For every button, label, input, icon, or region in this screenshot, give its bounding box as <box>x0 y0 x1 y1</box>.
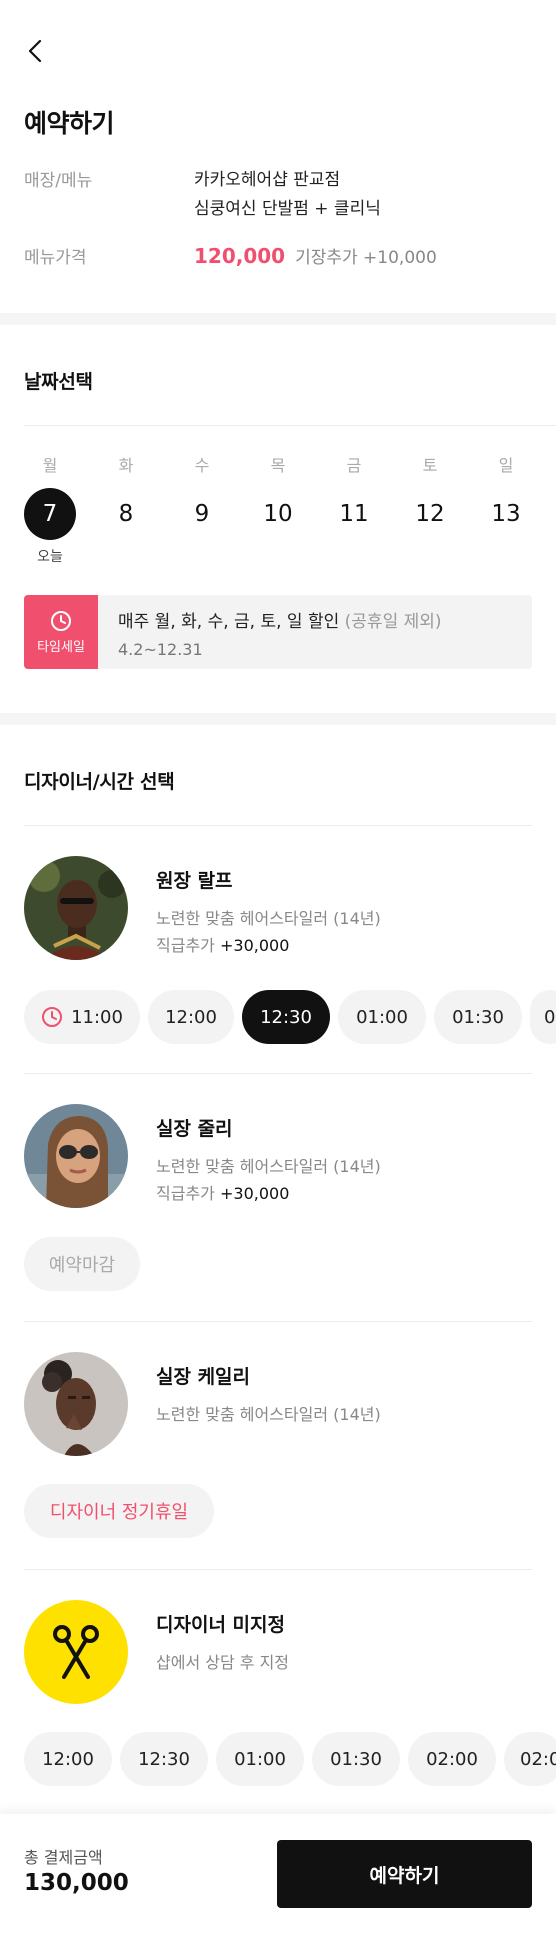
designer-description: 노련한 맞춤 헤어스타일러 (14년) <box>156 909 381 928</box>
time-sale-banner: 타임세일 매주 월, 화, 수, 금, 토, 일 할인 (공휴일 제외) 4.2… <box>24 595 532 669</box>
designer-card-unassigned[interactable]: 디자이너 미지정 샵에서 상담 후 지정 <box>24 1600 289 1704</box>
time-slot[interactable]: 01:00 <box>338 990 426 1044</box>
back-arrow-icon[interactable] <box>22 36 50 66</box>
price-extra: 기장추가 +10,000 <box>295 248 437 268</box>
day-number[interactable]: 13 <box>480 488 532 540</box>
divider-line <box>24 825 532 826</box>
time-slot-selected[interactable]: 12:30 <box>242 990 330 1044</box>
extra-fee-label: 직급추가 <box>156 1184 215 1203</box>
extra-fee-label: 직급추가 <box>156 936 215 955</box>
avatar <box>24 1600 128 1704</box>
time-slot[interactable]: 12:30 <box>120 1732 208 1786</box>
divider-line <box>24 425 556 426</box>
section-divider <box>0 313 556 325</box>
day-item-thu[interactable]: 목 10 <box>252 452 304 566</box>
designer-description: 노련한 맞춤 헤어스타일러 (14년) <box>156 1157 381 1176</box>
menu-name: 심쿵여신 단발펌 + 클리닉 <box>194 199 381 219</box>
designer-name: 실장 케일리 <box>156 1366 251 1388</box>
time-sale-badge: 타임세일 <box>24 595 98 669</box>
price-label: 메뉴가격 <box>24 248 87 268</box>
designer-section-title: 디자이너/시간 선택 <box>24 771 175 793</box>
avatar <box>24 1104 128 1208</box>
page-title: 예약하기 <box>24 109 115 138</box>
time-slot-label: 11:00 <box>71 1006 123 1028</box>
designer-description: 샵에서 상담 후 지정 <box>156 1653 290 1672</box>
day-name: 월 <box>42 456 58 475</box>
day-item-fri[interactable]: 금 11 <box>328 452 380 566</box>
clock-icon <box>51 610 71 631</box>
designer-extra-fee: 직급추가 +30,000 <box>156 1180 381 1207</box>
day-name: 금 <box>346 456 362 475</box>
day-number[interactable]: 8 <box>100 488 152 540</box>
day-number[interactable]: 12 <box>404 488 456 540</box>
time-sale-text: 매주 월, 화, 수, 금, 토, 일 할인 (공휴일 제외) 4.2~12.3… <box>98 595 442 669</box>
time-sale-main: 매주 월, 화, 수, 금, 토, 일 할인 <box>118 612 340 632</box>
day-name: 토 <box>422 456 438 475</box>
section-divider <box>0 713 556 725</box>
shop-menu-row: 매장/메뉴 카카오헤어샵 판교점 심쿵여신 단발펌 + 클리닉 <box>24 166 381 224</box>
day-name: 수 <box>194 456 210 475</box>
designer-description: 노련한 맞춤 헤어스타일러 (14년) <box>156 1405 381 1424</box>
day-number[interactable]: 9 <box>176 488 228 540</box>
designer-holiday-chip: 디자이너 정기휴일 <box>24 1484 214 1538</box>
designer-name: 실장 줄리 <box>156 1118 233 1140</box>
divider-line <box>24 1321 532 1322</box>
divider-line <box>24 1073 532 1074</box>
day-item-sun[interactable]: 일 13 <box>480 452 532 566</box>
avatar <box>24 1352 128 1456</box>
designer-name: 원장 랄프 <box>156 870 233 892</box>
time-slot[interactable]: 02:00 <box>408 1732 496 1786</box>
time-slot[interactable]: 02:0 <box>504 1732 556 1786</box>
time-slot[interactable]: 01:30 <box>434 990 522 1044</box>
day-item-mon[interactable]: 월 7 오늘 <box>24 452 76 566</box>
day-number-selected[interactable]: 7 <box>24 488 76 540</box>
price-row: 메뉴가격 120,000 기장추가 +10,000 <box>24 243 437 269</box>
day-number[interactable]: 11 <box>328 488 380 540</box>
time-slot-list: 예약마감 <box>24 1237 148 1291</box>
weekday-selector: 월 7 오늘 화 8 수 9 목 10 금 11 토 12 일 13 <box>24 452 532 566</box>
shop-name: 카카오헤어샵 판교점 <box>194 170 341 190</box>
extra-fee-value: +30,000 <box>219 936 290 955</box>
day-name: 목 <box>270 456 286 475</box>
shop-menu-label: 매장/메뉴 <box>24 171 93 191</box>
designer-card-kaylee[interactable]: 실장 케일리 노련한 맞춤 헤어스타일러 (14년) <box>24 1352 381 1456</box>
total-label: 총 결제금액 <box>24 1848 103 1867</box>
time-slot[interactable]: 01:30 <box>312 1732 400 1786</box>
extra-fee-value: +30,000 <box>219 1184 290 1203</box>
time-sale-label: 타임세일 <box>37 639 85 655</box>
time-slot-sale[interactable]: 11:00 <box>24 990 140 1044</box>
time-slot[interactable]: 12:00 <box>148 990 234 1044</box>
designer-card-ralph[interactable]: 원장 랄프 노련한 맞춤 헤어스타일러 (14년) 직급추가 +30,000 <box>24 856 381 960</box>
reserve-button[interactable]: 예약하기 <box>277 1840 532 1908</box>
clock-icon <box>42 1007 63 1027</box>
menu-price: 120,000 <box>194 243 286 268</box>
day-name: 일 <box>498 456 514 475</box>
bottom-payment-bar: 총 결제금액 130,000 예약하기 <box>0 1814 556 1936</box>
designer-card-julie[interactable]: 실장 줄리 노련한 맞춤 헤어스타일러 (14년) 직급추가 +30,000 <box>24 1104 381 1208</box>
time-slot[interactable]: 12:00 <box>24 1732 112 1786</box>
today-label: 오늘 <box>37 549 63 565</box>
time-slot[interactable]: 0 <box>530 990 556 1044</box>
avatar <box>24 856 128 960</box>
date-section-title: 날짜선택 <box>24 371 93 393</box>
day-item-wed[interactable]: 수 9 <box>176 452 228 566</box>
day-name: 화 <box>118 456 134 475</box>
day-item-sat[interactable]: 토 12 <box>404 452 456 566</box>
time-slot[interactable]: 01:00 <box>216 1732 304 1786</box>
scissors-icon <box>53 1625 99 1679</box>
reservation-closed-chip: 예약마감 <box>24 1237 140 1291</box>
designer-name: 디자이너 미지정 <box>156 1614 285 1636</box>
time-slot-list: 12:00 12:30 01:00 01:30 02:00 02:0 <box>24 1732 556 1786</box>
time-sale-days: 매주 월, 화, 수, 금, 토, 일 할인 (공휴일 제외) <box>118 607 442 632</box>
day-item-tue[interactable]: 화 8 <box>100 452 152 566</box>
time-slot-list: 11:00 12:00 12:30 01:00 01:30 0 <box>24 990 556 1044</box>
time-slot-list: 디자이너 정기휴일 <box>24 1484 222 1538</box>
day-number[interactable]: 10 <box>252 488 304 540</box>
divider-line <box>24 1569 532 1570</box>
total-amount: 130,000 <box>24 1870 129 1896</box>
time-sale-exception: (공휴일 제외) <box>344 612 442 632</box>
time-sale-period: 4.2~12.31 <box>118 640 203 659</box>
top-bar <box>0 0 556 100</box>
designer-extra-fee: 직급추가 +30,000 <box>156 932 381 959</box>
